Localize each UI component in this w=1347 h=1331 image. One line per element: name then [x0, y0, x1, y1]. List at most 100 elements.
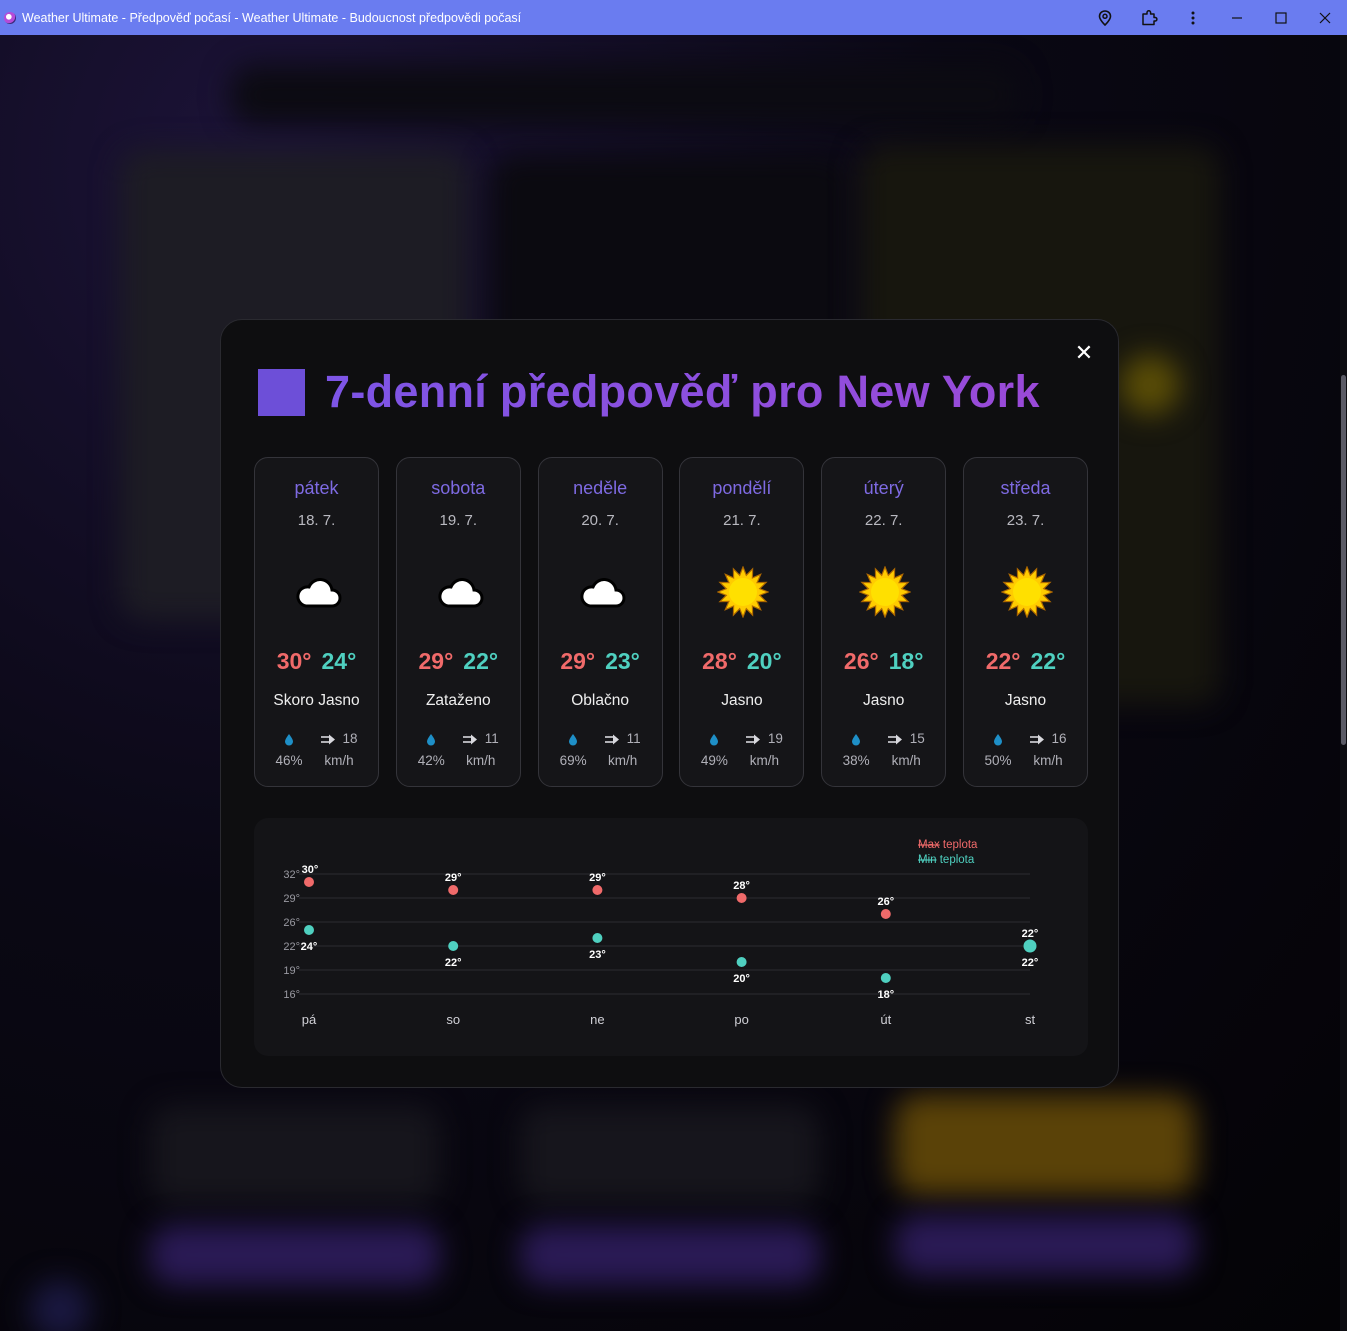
- min-temperature: 23°: [605, 648, 640, 674]
- extensions-puzzle-icon[interactable]: [1127, 0, 1171, 35]
- wind-value: 16: [1051, 731, 1067, 746]
- min-temperature: 24°: [321, 648, 357, 674]
- scrollbar-thumb[interactable]: [1341, 375, 1346, 745]
- bg-search-bar: [230, 65, 1020, 125]
- cloud-icon: [434, 566, 486, 618]
- day-card-5[interactable]: středa 23. 7. 22° 22° Jasno 50% 16 km/h: [963, 457, 1088, 787]
- sun-icon: [1000, 565, 1054, 619]
- day-name: sobota: [431, 478, 486, 498]
- maximize-icon[interactable]: [1259, 0, 1303, 35]
- day-name: pondělí: [712, 478, 772, 498]
- y-tick-label: 19°: [283, 965, 300, 977]
- day-card-4[interactable]: úterý 22. 7. 26° 18° Jasno 38% 15 km/h: [821, 457, 947, 787]
- wind-arrow-icon: [462, 734, 477, 744]
- water-drop-icon: [710, 733, 719, 745]
- day-date: 23. 7.: [1006, 512, 1045, 529]
- day-card-1[interactable]: sobota 19. 7. 29° 22° Zataženo 42% 11 km/…: [395, 457, 521, 787]
- wind-unit: km/h: [607, 753, 638, 768]
- day-card-3[interactable]: pondělí 21. 7. 28° 20° Jasno 49% 19 km/h: [679, 457, 805, 787]
- humidity-value: 50%: [984, 753, 1012, 768]
- max-data-label: 22°: [1022, 928, 1039, 940]
- min-data-label: 24°: [301, 941, 318, 953]
- water-drop-icon: [427, 733, 436, 745]
- day-card-2[interactable]: neděle 20. 7. 29° 23° Oblačno 69% 11 km/h: [537, 457, 663, 787]
- wind-arrow-icon: [1029, 734, 1044, 744]
- wind-stat: 19 km/h: [745, 728, 783, 772]
- wind-arrow-icon: [887, 734, 902, 744]
- humidity-stat: 38%: [843, 728, 870, 772]
- legend-strike: Min: [918, 854, 937, 866]
- location-pin-icon[interactable]: [1083, 0, 1127, 35]
- weather-condition: Zataženo: [425, 692, 491, 709]
- day-stats: 49% 19 km/h: [680, 728, 803, 772]
- legend-entry: Max teplota: [918, 839, 978, 851]
- min-point: [592, 933, 603, 943]
- humidity-value: 42%: [417, 753, 445, 768]
- max-point: [880, 909, 891, 919]
- wind-unit: km/h: [749, 753, 780, 768]
- more-menu-icon[interactable]: [1171, 0, 1215, 35]
- wind-stat: 18 km/h: [320, 728, 358, 772]
- minimize-icon[interactable]: [1215, 0, 1259, 35]
- wind-unit: km/h: [324, 753, 354, 768]
- max-point: [736, 893, 747, 903]
- y-tick-label: 16°: [283, 989, 300, 1001]
- humidity-value: 46%: [275, 753, 303, 768]
- humidity-stat: 49%: [701, 728, 728, 772]
- wind-value: 18: [342, 731, 358, 746]
- min-data-label: 23°: [589, 949, 606, 961]
- max-data-label: 30°: [302, 864, 319, 876]
- legend-label: teplota: [940, 839, 978, 851]
- max-point: [592, 885, 603, 895]
- max-data-label: 28°: [733, 880, 750, 892]
- day-stats: 50% 16 km/h: [964, 728, 1087, 772]
- modal-header: 7-denní předpověď pro New York: [258, 366, 1040, 418]
- humidity-value: 69%: [559, 753, 587, 768]
- weather-condition: Jasno: [721, 692, 763, 709]
- min-temperature: 22°: [463, 648, 499, 674]
- day-name: úterý: [863, 478, 904, 498]
- water-drop-icon: [569, 733, 578, 745]
- x-tick-label: út: [880, 1012, 891, 1027]
- day-name: pátek: [294, 478, 339, 498]
- y-tick-label: 29°: [283, 893, 300, 905]
- day-name: neděle: [573, 478, 628, 498]
- weather-condition: Oblačno: [571, 692, 629, 709]
- min-point: [448, 941, 459, 951]
- window-controls: [1083, 0, 1347, 35]
- min-point: [880, 973, 891, 983]
- forecast-cards: pátek 18. 7. 30° 24° Skoro Jasno 46% 18 k…: [254, 457, 1088, 787]
- min-point: [1023, 939, 1037, 953]
- wind-value: 15: [909, 731, 925, 746]
- wind-value: 11: [484, 731, 499, 746]
- close-modal-button[interactable]: ✕: [1074, 343, 1094, 365]
- bg-card-1: [150, 1105, 440, 1205]
- scrollbar-track[interactable]: [1340, 35, 1347, 1331]
- window-title: Weather Ultimate - Předpověď počasí - We…: [22, 10, 522, 25]
- weather-condition: Jasno: [1004, 692, 1047, 709]
- max-data-label: 26°: [877, 896, 894, 908]
- max-point: [448, 885, 459, 895]
- day-stats: 42% 11 km/h: [397, 728, 520, 772]
- water-drop-icon: [852, 733, 861, 745]
- close-window-icon[interactable]: [1303, 0, 1347, 35]
- bg-button-2: [520, 1225, 820, 1285]
- max-temperature: 28°: [702, 648, 737, 674]
- day-name: středa: [1000, 478, 1051, 498]
- wind-unit: km/h: [1033, 753, 1063, 768]
- min-data-label: 18°: [877, 989, 894, 1001]
- day-stats: 38% 15 km/h: [822, 728, 945, 772]
- max-temperature: 29°: [418, 648, 454, 674]
- humidity-stat: 46%: [275, 728, 303, 772]
- bg-card-2: [520, 1105, 820, 1205]
- sun-icon: [858, 565, 912, 619]
- cloud-icon: [292, 566, 344, 618]
- legend-entry: Min teplota: [918, 854, 975, 866]
- wind-stat: 11 km/h: [604, 728, 641, 772]
- day-stats: 69% 11 km/h: [539, 728, 662, 772]
- day-card-0[interactable]: pátek 18. 7. 30° 24° Skoro Jasno 46% 18 k…: [254, 457, 379, 787]
- wind-value: 11: [626, 731, 641, 746]
- sun-icon: [716, 565, 771, 619]
- x-tick-label: st: [1025, 1012, 1036, 1027]
- temperature-pair: 22° 22°: [964, 648, 1087, 675]
